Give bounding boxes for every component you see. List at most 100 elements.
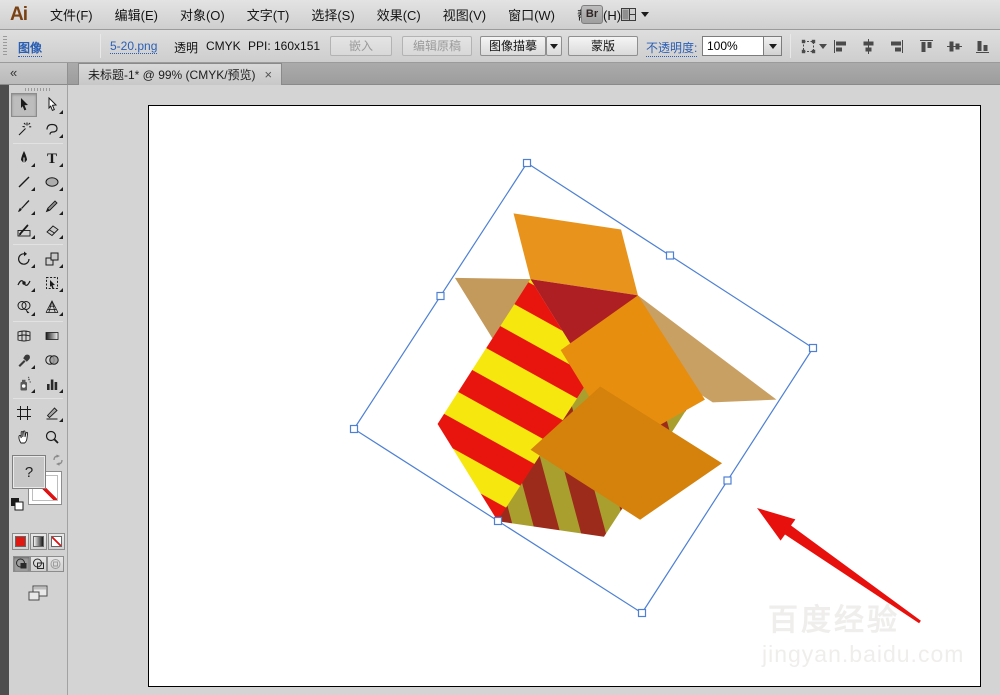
opacity-dropdown[interactable] [764,36,782,56]
menu-view[interactable]: 视图(V) [432,5,497,24]
tool-gradient[interactable] [39,324,65,348]
zoom-tool-icon [45,430,59,444]
gradient-button[interactable] [29,533,47,550]
artboard-tool-icon [17,406,31,420]
tool-selection[interactable] [11,93,37,117]
scale-tool-icon [45,252,59,266]
bounding-box-icon [801,39,816,54]
none-button[interactable] [47,533,65,550]
tool-column-graph[interactable] [39,372,65,396]
tool-shape-builder[interactable] [11,295,37,319]
file-name-link[interactable]: 5-20.png [110,39,158,54]
edit-original-button: 编辑原稿 [402,36,472,56]
selection-handle-bottomright[interactable] [723,476,732,485]
tool-hand[interactable] [11,425,37,449]
align-vcenter-icon [947,41,962,52]
selection-handle-top[interactable] [522,158,532,168]
default-fill-stroke-icon[interactable] [10,497,24,511]
align-vcenter-button[interactable] [946,38,963,55]
swap-fill-stroke-icon[interactable] [51,453,65,467]
image-trace-button[interactable]: 图像描摹 [480,36,546,56]
tool-magic-wand[interactable] [11,117,37,141]
draw-normal-button[interactable] [12,556,30,572]
tool-free-transform[interactable] [39,271,65,295]
tool-slice[interactable] [39,401,65,425]
tool-blob-brush[interactable] [11,218,37,242]
tool-lasso[interactable] [39,117,65,141]
align-hcenter-button[interactable] [860,38,877,55]
placed-image-box[interactable] [356,168,808,613]
tool-zoom[interactable] [39,425,65,449]
image-trace-dropdown[interactable] [546,36,562,56]
tools-separator [13,244,63,245]
menu-object[interactable]: 对象(O) [169,5,236,24]
tool-width[interactable] [11,271,37,295]
align-top-button[interactable] [918,38,935,55]
align-right-button[interactable] [888,38,905,55]
bridge-button[interactable]: Br [581,5,603,24]
symbol-sprayer-tool-icon [20,376,31,391]
tool-blend[interactable] [39,348,65,372]
blob-brush-tool-icon [17,224,31,237]
eraser-tool-icon [46,225,59,237]
dropdown-caret-icon [819,44,827,49]
tool-pencil[interactable] [39,194,65,218]
document-tab[interactable]: 未标题-1* @ 99% (CMYK/预览) × [78,63,283,85]
align-left-button[interactable] [832,38,849,55]
hand-tool-icon [18,430,29,444]
tool-perspective-grid[interactable] [39,295,65,319]
control-bar-grip[interactable] [3,36,7,56]
tools-panel-grip[interactable] [25,88,51,91]
canvas-pasteboard[interactable]: 百度经验 jingyan.baidu.com [68,85,1000,695]
tool-direct-selection[interactable] [39,93,65,117]
transform-reference-control[interactable] [800,38,827,55]
tool-ellipse[interactable] [39,170,65,194]
tool-symbol-sprayer[interactable] [11,372,37,396]
tool-line-segment[interactable] [11,170,37,194]
paintbrush-tool-icon [18,200,30,212]
workspace-switcher[interactable] [620,6,649,23]
align-hcenter-icon [863,39,874,54]
selection-handle-bottomleft[interactable] [493,516,503,526]
draw-inside-icon [50,559,60,569]
gradient-tool-icon [45,332,59,340]
tool-scale[interactable] [39,247,65,271]
tools-panel-header[interactable]: « [0,63,68,85]
change-screen-mode-button[interactable] [26,584,50,602]
perspective-grid-tool-icon [45,300,59,313]
selection-tool-icon [21,98,28,111]
selection-handle-left[interactable] [349,424,359,434]
color-swatch-icon [14,536,26,547]
selection-handle-right[interactable] [808,343,818,353]
tool-eraser[interactable] [39,218,65,242]
tool-rotate[interactable] [11,247,37,271]
selection-handle-bottom[interactable] [637,608,647,618]
paint-buttons [9,533,67,550]
menu-select[interactable]: 选择(S) [300,5,365,24]
fill-swatch[interactable]: ? [12,455,46,489]
tool-pen[interactable] [11,146,37,170]
context-label-link[interactable]: 图像 [18,39,43,57]
close-tab-icon[interactable]: × [265,68,273,81]
tool-type[interactable]: T [39,146,65,170]
tool-artboard[interactable] [11,401,37,425]
tool-eyedropper[interactable] [11,348,37,372]
opacity-input[interactable]: 100% [702,36,764,56]
draw-behind-button[interactable] [29,556,47,572]
menu-file[interactable]: 文件(F) [39,5,104,24]
menu-window[interactable]: 窗口(W) [497,5,566,24]
menu-bar: Ai 文件(F) 编辑(E) 对象(O) 文字(T) 选择(S) 效果(C) 视… [0,0,1000,30]
opacity-link[interactable]: 不透明度: [646,39,698,57]
tool-paintbrush[interactable] [11,194,37,218]
menu-effect[interactable]: 效果(C) [366,5,432,24]
menu-edit[interactable]: 编辑(E) [104,5,169,24]
selection-handle-topright[interactable] [665,251,675,260]
tool-mesh[interactable] [11,324,37,348]
separator [100,34,101,58]
selection-handle-topleft[interactable] [436,291,445,301]
line-segment-tool-icon [18,176,30,188]
menu-type[interactable]: 文字(T) [236,5,301,24]
color-button[interactable] [11,533,29,550]
mask-button[interactable]: 蒙版 [568,36,638,56]
align-bottom-button[interactable] [974,38,991,55]
